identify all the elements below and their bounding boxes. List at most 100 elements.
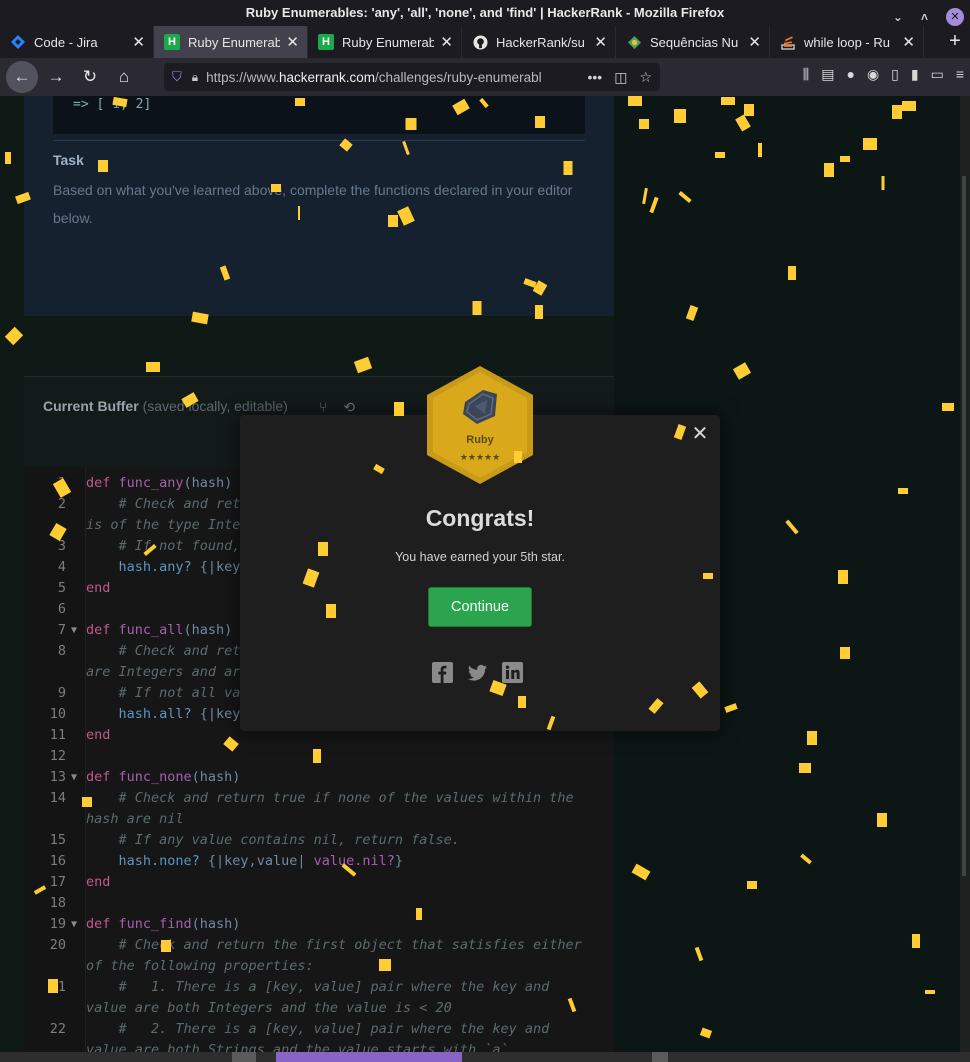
line-number: 20 [49,937,66,953]
code-text: end [86,580,111,596]
fold-toggle-icon[interactable]: ▼ [71,620,77,641]
tab-while-loop[interactable]: while loop - Ru ✕ [770,26,924,58]
tab-sequencias[interactable]: Sequências Nu ✕ [616,26,770,58]
scrollbar-thumb[interactable] [962,176,966,876]
arrow-right-icon: → [47,67,65,86]
congrats-message: You have earned your 5th star. [395,550,565,564]
code-text: # Check and return true if none of the v… [86,790,574,806]
close-icon[interactable]: ✕ [286,33,299,51]
extension-flag-icon[interactable]: ▮ [911,66,919,83]
code-line[interactable]: of the following properties: [24,956,614,977]
pocket-icon[interactable]: ◫ [614,69,627,86]
line-number: 18 [49,895,66,911]
code-text: # 2. There is a [key, value] pair where … [86,1021,550,1037]
continue-button[interactable]: Continue [428,587,532,627]
tab-ruby-enumerables[interactable]: H Ruby Enumerab ✕ [308,26,462,58]
navigation-toolbar: ← → ↻ ⌂ ⛉ 🔒︎ https://www.hackerrank.com/… [0,58,970,96]
code-line[interactable]: 13 ▼ def func_none(hash) [24,767,614,788]
line-number: 6 [57,601,66,617]
fold-toggle-icon[interactable]: ▼ [71,914,77,935]
code-line[interactable]: 16 hash.none? {|key,value| value.nil?} [24,851,614,872]
close-icon[interactable]: ✕ [748,33,761,51]
url-bar[interactable]: ⛉ 🔒︎ https://www.hackerrank.com/challeng… [164,63,660,91]
history-icon[interactable]: ⟲ [343,399,355,416]
taskbar-item-active[interactable] [276,1052,462,1062]
taskbar-item[interactable] [232,1052,256,1062]
hackerrank-icon: H [318,34,334,50]
branch-icon[interactable]: ⑂ [319,399,327,416]
url-text[interactable]: https://www.hackerrank.com/challenges/ru… [206,70,587,85]
fold-toggle-icon[interactable]: ▼ [71,767,77,788]
line-number: 14 [49,790,66,806]
line-number: 16 [49,853,66,869]
code-line[interactable]: 19 ▼ def func_find(hash) [24,914,614,935]
back-button[interactable]: ← [6,61,38,93]
code-line[interactable]: 22 # 2. There is a [key, value] pair whe… [24,1019,614,1040]
bookmark-star-icon[interactable]: ☆ [639,69,652,86]
code-text: def func_any(hash) [86,475,233,491]
home-button[interactable]: ⌂ [108,61,140,93]
close-icon[interactable]: ✕ [594,33,607,51]
line-number: 5 [57,580,66,596]
badge-stars: ★★★★★ [460,453,500,463]
taskbar-item[interactable] [652,1052,668,1062]
code-line[interactable]: hash are nil [24,809,614,830]
window-close-button[interactable]: ✕ [946,8,964,26]
task-description: Based on what you've learned above, comp… [53,182,573,226]
sidebar-icon[interactable]: ▤ [821,66,834,83]
tab-ruby-enumerables-active[interactable]: H Ruby Enumerab ✕ [154,26,308,58]
extension-icon[interactable]: ◉ [867,66,879,83]
menu-icon[interactable]: ≡ [956,66,964,83]
twitter-icon[interactable] [467,662,488,683]
badge-label: Ruby [466,434,494,446]
code-line[interactable]: value are both Integers and the value is… [24,998,614,1019]
tab-github[interactable]: HackerRank/su ✕ [462,26,616,58]
close-icon[interactable]: ✕ [440,33,453,51]
ruby-star-badge: Ruby ★★★★★ [425,364,535,486]
linkedin-icon[interactable] [502,662,523,683]
line-number: 15 [49,832,66,848]
facebook-icon[interactable] [432,662,453,683]
window-titlebar: Ruby Enumerables: 'any', 'all', 'none', … [0,0,970,26]
line-number: 10 [49,706,66,722]
forward-button[interactable]: → [40,61,72,93]
code-line[interactable]: 14 # Check and return true if none of th… [24,788,614,809]
close-icon[interactable]: ✕ [902,33,915,51]
tab-jira[interactable]: Code - Jira ✕ [0,26,154,58]
globe-icon [626,34,642,50]
hackerrank-icon: H [164,34,180,50]
share-links [432,662,523,683]
chat-icon[interactable]: ▭ [931,66,944,83]
page-actions-button[interactable]: ••• [587,69,602,86]
line-number: 9 [57,685,66,701]
code-text: def func_all(hash) [86,622,233,638]
library-icon[interactable]: ⫼ [803,66,809,83]
modal-close-button[interactable]: ✕ [690,424,710,445]
lock-icon[interactable]: 🔒︎ [192,70,198,85]
window-title: Ruby Enumerables: 'any', 'all', 'none', … [245,5,725,20]
reload-button[interactable]: ↻ [74,61,106,93]
code-line[interactable]: 20 # Check and return the first object t… [24,935,614,956]
close-icon[interactable]: ✕ [132,33,145,51]
code-line[interactable]: 12 [24,746,614,767]
code-line[interactable]: 18 [24,893,614,914]
code-text: value are both Integers and the value is… [86,1000,452,1016]
code-text: end [86,874,111,890]
tab-bar: Code - Jira ✕ H Ruby Enumerab ✕ H Ruby E… [0,26,970,58]
line-number: 13 [49,769,66,785]
line-number: 22 [49,1021,66,1037]
buffer-title: Current Buffer (saved locally, editable) [43,398,288,414]
code-line[interactable]: 15 # If any value contains nil, return f… [24,830,614,851]
tracking-shield-icon[interactable]: ⛉ [172,69,182,85]
example-code-block: => [ 1, 2] [53,96,585,134]
new-tab-button[interactable]: + [940,26,970,58]
code-line[interactable]: 17 end [24,872,614,893]
line-number: 7 [57,622,66,638]
account-icon[interactable]: ● [846,66,854,83]
line-number: 8 [57,643,66,659]
code-line[interactable]: 21 # 1. There is a [key, value] pair whe… [24,977,614,998]
task-heading: Task [53,152,84,168]
line-number: 17 [49,874,66,890]
phone-icon[interactable]: ▯ [891,66,899,83]
line-number: 1 [57,475,66,491]
